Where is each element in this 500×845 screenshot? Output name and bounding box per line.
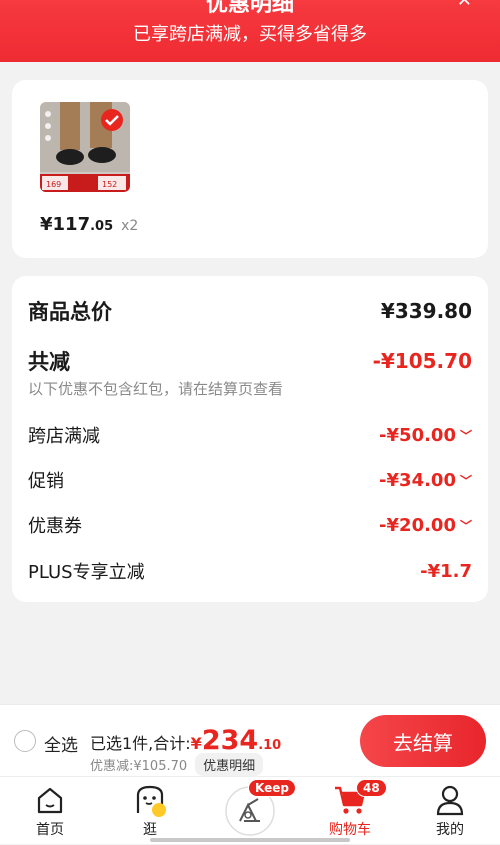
discount-item-label: 跨店满减 [28,426,100,447]
home-indicator [150,838,350,842]
select-all-radio[interactable] [14,730,36,752]
discount-item-row[interactable]: 优惠券 -¥20.00 ﹀ [28,512,472,538]
discount-detail-button[interactable]: 优惠明细 [195,753,264,776]
profile-icon [436,785,464,816]
discount-item-value: -¥1.7 [420,560,472,582]
bottom-tab-bar: 首页 逛 Keep 48 购物车 我的 [0,776,500,844]
chevron-down-icon[interactable]: ﹀ [460,427,472,444]
total-value: ¥339.80 [380,299,472,323]
tab-keep-promo[interactable]: Keep [210,777,296,845]
saved-amount: 优惠减:¥105.70 [90,759,188,774]
checkout-bar: 全选 已选1件,合计:¥234.10 优惠减:¥105.70 优惠明细 去结算 [0,704,500,776]
discount-item-row[interactable]: 促销 -¥34.00 ﹀ [28,467,472,493]
select-all-label[interactable]: 全选 [44,731,78,756]
discount-item-value: -¥34.00 [379,469,456,491]
tab-label: 首页 [36,822,64,838]
browse-face-icon [136,785,166,817]
header-banner: 优惠明细 ✕ 已享跨店满减，买得多省得多 [0,0,500,62]
home-icon [37,787,63,814]
tab-label: 购物车 [329,822,371,838]
discount-item-row: PLUS专享立减 -¥1.7 [28,558,472,584]
chevron-down-icon[interactable]: ﹀ [460,517,472,534]
thumb-tag-1: 169 [46,180,61,189]
tab-home[interactable]: 首页 [10,777,90,845]
cart-count-badge: 48 [356,779,387,797]
product-card: 169 152 ¥117.05 x2 [12,80,488,258]
checkout-button[interactable]: 去结算 [360,715,486,767]
total-amount-int: 234 [201,725,259,756]
chevron-down-icon[interactable]: ﹀ [460,472,472,489]
banner-subtitle: 已享跨店满减，买得多省得多 [133,24,367,45]
keep-badge: Keep [248,779,296,797]
product-image: 169 152 [40,102,130,192]
product-thumbnail[interactable]: 169 152 [40,102,130,192]
selected-text: 已选1件,合计: [90,734,191,753]
tab-label: 我的 [436,822,464,838]
total-currency: ¥ [190,734,202,753]
thumb-tag-2: 152 [102,180,117,189]
discount-value: -¥105.70 [372,349,472,373]
discount-item-label: 促销 [28,471,64,492]
banner-title: 优惠明细 [205,0,294,17]
price-integer: ¥117 [40,214,91,235]
total-label: 商品总价 [28,300,112,324]
tab-label: 逛 [143,822,157,838]
discount-row: 共减 -¥105.70 [28,346,472,376]
price-summary-card: 商品总价 ¥339.80 共减 -¥105.70 以下优惠不包含红包，请在结算页… [12,276,488,602]
total-amount-dec: .10 [258,738,282,753]
selected-summary: 已选1件,合计:¥234.10 [90,725,281,756]
discount-item-value: -¥20.00 [379,514,456,536]
discount-item-label: 优惠券 [28,516,82,537]
discount-item-label: PLUS专享立减 [28,562,145,583]
product-quantity: x2 [121,218,139,234]
discount-note: 以下优惠不包含红包，请在结算页查看 [28,380,284,398]
discount-item-row[interactable]: 跨店满减 -¥50.00 ﹀ [28,422,472,448]
tab-cart[interactable]: 48 购物车 [310,777,390,845]
total-row: 商品总价 ¥339.80 [28,296,472,326]
price-decimal: .05 [90,219,114,234]
product-price: ¥117.05 x2 [40,214,138,235]
saved-line: 优惠减:¥105.70 优惠明细 [90,753,264,776]
tab-browse[interactable]: 逛 [110,777,190,845]
discount-item-value: -¥50.00 [379,424,456,446]
close-icon[interactable]: ✕ [457,0,472,11]
discount-label: 共减 [28,350,70,374]
tab-profile[interactable]: 我的 [410,777,490,845]
